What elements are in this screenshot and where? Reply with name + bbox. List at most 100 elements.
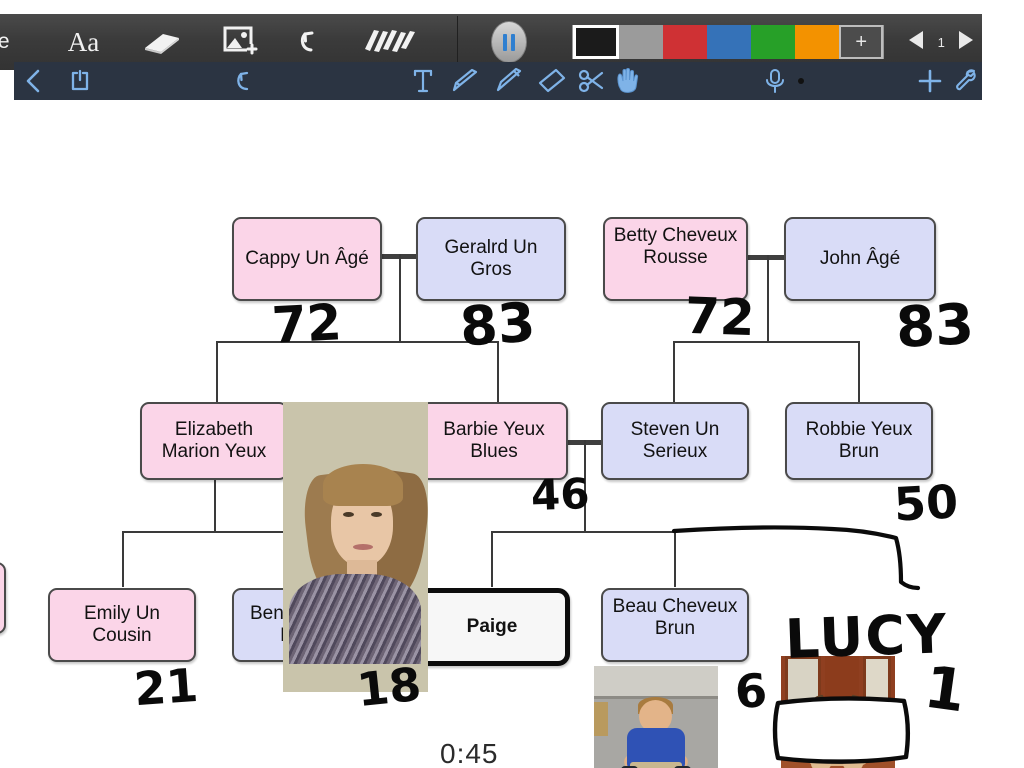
photo-dog[interactable] [781,656,895,768]
ink-lucy-label: LUCY [783,602,950,671]
tree-node-geralrd[interactable]: Geralrd Un Gros [416,217,566,301]
connector-child-3 [673,341,675,403]
ink-age-john: 83 [894,292,976,361]
hand-tool-icon[interactable] [612,66,644,96]
color-swatch-gray[interactable] [619,25,664,59]
add-color-button[interactable]: + [839,25,884,59]
back-chevron-icon[interactable] [22,68,44,94]
connector-sibling-bar-4 [491,531,676,533]
color-swatch-blue[interactable] [707,25,752,59]
ink-lucy-age: 1 [920,652,970,726]
recording-dot-indicator [798,78,804,84]
color-swatch-green[interactable] [751,25,796,59]
connector-drop-1 [399,254,401,342]
marker-tool-icon[interactable] [492,67,524,95]
connector-child-5 [122,531,124,587]
tree-node-offscreen-left[interactable] [0,562,6,634]
color-palette[interactable]: + [572,25,885,59]
ink-age-geralrd: 83 [457,290,538,359]
connector-sibling-bar-1 [216,341,499,343]
tree-node-elizabeth[interactable]: Elizabeth Marion Yeux [140,402,288,480]
photo-detail [343,512,354,517]
connector-drop-4 [214,478,216,532]
ink-age-ben: 18 [354,656,424,718]
done-button[interactable]: ne [0,30,10,54]
photo-woman[interactable] [283,402,428,692]
photo-detail [323,464,403,506]
ink-age-cappy: 72 [270,293,344,355]
tree-node-cappy[interactable]: Cappy Un Âgé [232,217,382,301]
share-export-icon[interactable] [68,68,92,94]
ink-age-barbie: 46 [530,468,591,521]
node-label: Emily Un Cousin [83,602,160,646]
ink-age-robbie: 50 [892,474,960,532]
connector-child-7 [491,531,493,587]
tree-node-emily[interactable]: Emily Un Cousin [48,588,196,662]
page-number: 1 [937,34,945,50]
photo-detail [845,716,851,722]
connector-drop-2 [767,255,769,343]
photo-detail [371,512,382,517]
undo-icon[interactable] [297,27,327,57]
photo-detail [843,758,863,768]
secondary-toolbar [14,62,982,100]
eraser-tool-icon[interactable] [536,67,566,95]
connector-child-4 [858,341,860,403]
text-style-button[interactable]: Aa [68,27,99,58]
photo-detail [811,758,831,768]
note-canvas[interactable]: Cappy Un Âgé Geralrd Un Gros Betty Cheve… [0,100,1024,768]
page-navigation: 1 [906,29,976,56]
node-label: Cappy Un Âgé [245,247,369,269]
photo-detail [594,666,718,698]
connector-child-8 [674,531,676,587]
microphone-icon[interactable] [762,67,788,95]
tree-node-beau[interactable]: Beau Cheveux Brun [601,588,749,662]
tree-node-paige[interactable]: Paige [414,588,570,666]
undo-icon[interactable] [234,68,260,94]
photo-detail [289,574,421,664]
node-label: Robbie Yeux Brun [805,418,913,462]
photo-detail [353,544,373,550]
color-swatch-black[interactable] [573,25,620,59]
photo-boy[interactable] [594,666,718,768]
node-label: Paige [466,615,518,637]
pause-bar-left [503,33,508,51]
text-tool-icon[interactable] [412,67,434,95]
tree-node-barbie[interactable]: Barbie Yeux Blues [420,402,568,480]
tree-node-robbie[interactable]: Robbie Yeux Brun [785,402,933,480]
settings-wrench-icon[interactable] [952,67,980,95]
connector-sibling-bar-3 [122,531,216,533]
scissors-cut-icon[interactable] [578,67,606,95]
add-page-icon[interactable] [916,67,944,95]
pause-recording-button[interactable] [491,21,528,63]
next-page-button[interactable] [956,29,976,56]
toolbar-divider [457,16,459,68]
node-label: Elizabeth Marion Yeux [161,418,267,462]
eraser-icon[interactable] [141,29,183,55]
tree-node-steven[interactable]: Steven Un Serieux [601,402,749,480]
color-swatch-red[interactable] [663,25,708,59]
recording-timer: 0:45 [440,738,499,768]
app-root: ne Aa [0,0,1024,768]
photo-detail [863,656,891,738]
ink-age-betty: 72 [684,286,756,348]
node-label: Geralrd Un Gros [444,236,538,280]
photo-detail [825,716,831,722]
pencil-tool-icon[interactable] [448,67,480,95]
node-label: Betty Cheveux Rousse [613,225,738,269]
node-label: Barbie Yeux Blues [443,418,545,462]
photo-detail [825,742,851,751]
scribble-icon[interactable] [363,27,417,57]
insert-image-icon[interactable] [223,26,259,58]
photo-detail [594,702,608,736]
ink-age-emily: 21 [132,657,200,717]
photo-detail [828,724,848,742]
node-label: Beau Cheveux Brun [612,596,738,640]
previous-page-button[interactable] [906,29,926,56]
connector-child-1 [216,341,218,403]
node-label: John Âgé [819,247,901,269]
node-label: Steven Un Serieux [630,418,720,462]
pause-bar-right [511,33,516,51]
tree-node-john[interactable]: John Âgé [784,217,936,301]
color-swatch-orange[interactable] [795,25,840,59]
